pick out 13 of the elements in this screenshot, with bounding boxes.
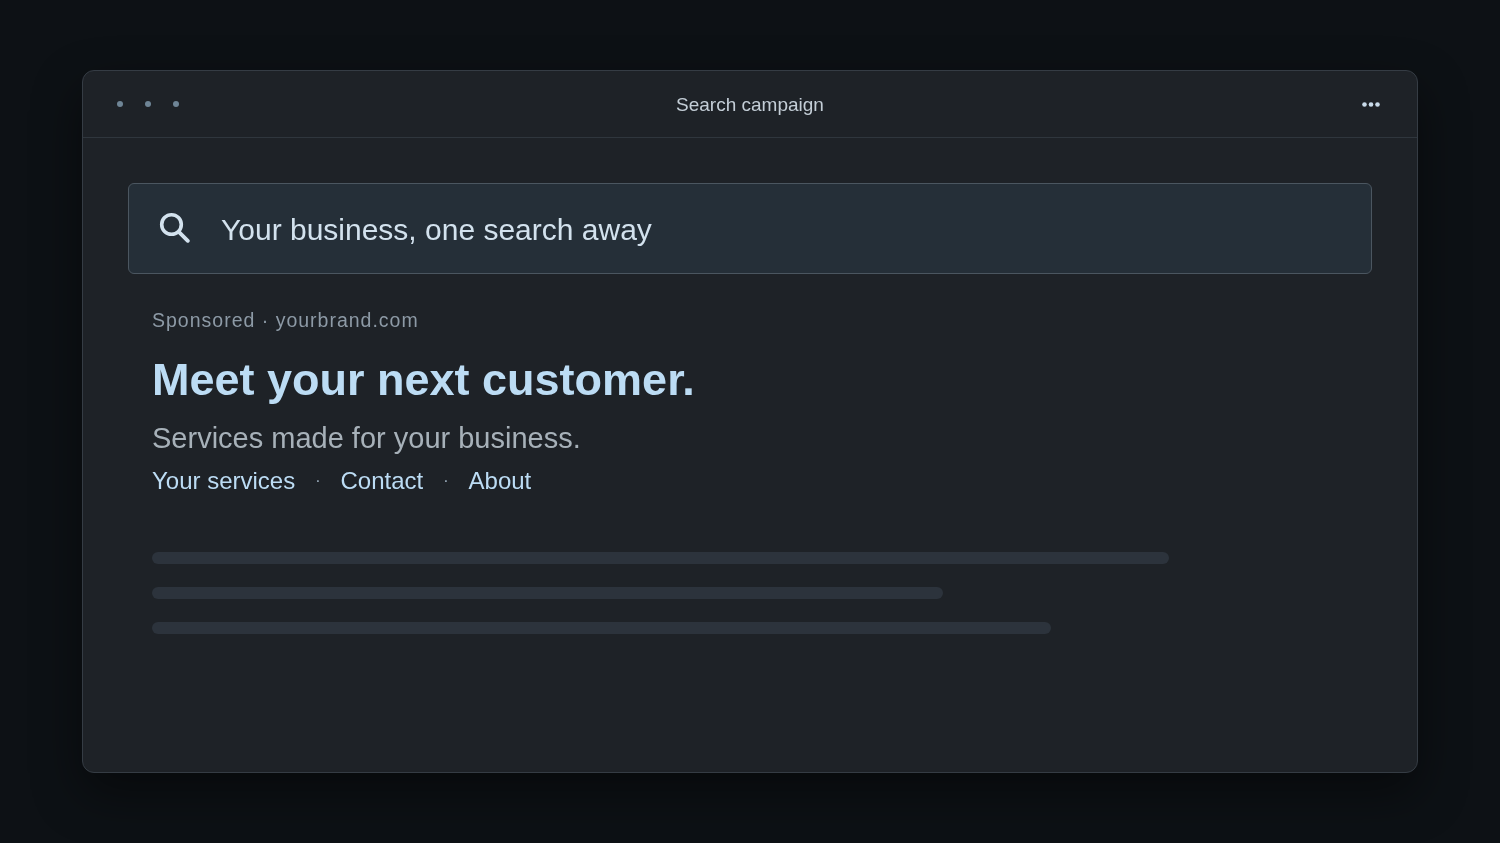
window-dots-icon	[117, 101, 179, 107]
window-title: Search campaign	[676, 92, 824, 116]
sitelink[interactable]: About	[468, 465, 532, 497]
search-icon	[159, 212, 190, 243]
sitelink[interactable]: Your services	[152, 465, 296, 497]
search-field[interactable]: Your business, one search away	[128, 183, 1372, 274]
more-icon[interactable]	[1362, 102, 1380, 107]
separator: ·	[443, 471, 449, 491]
sitelink[interactable]: Contact	[340, 465, 424, 497]
sponsored-label: Sponsored · yourbrand.com	[152, 308, 419, 332]
ad-headline: Meet your next customer.	[152, 353, 695, 407]
ad-description: Services made for your business.	[152, 421, 581, 456]
separator: ·	[315, 471, 321, 491]
